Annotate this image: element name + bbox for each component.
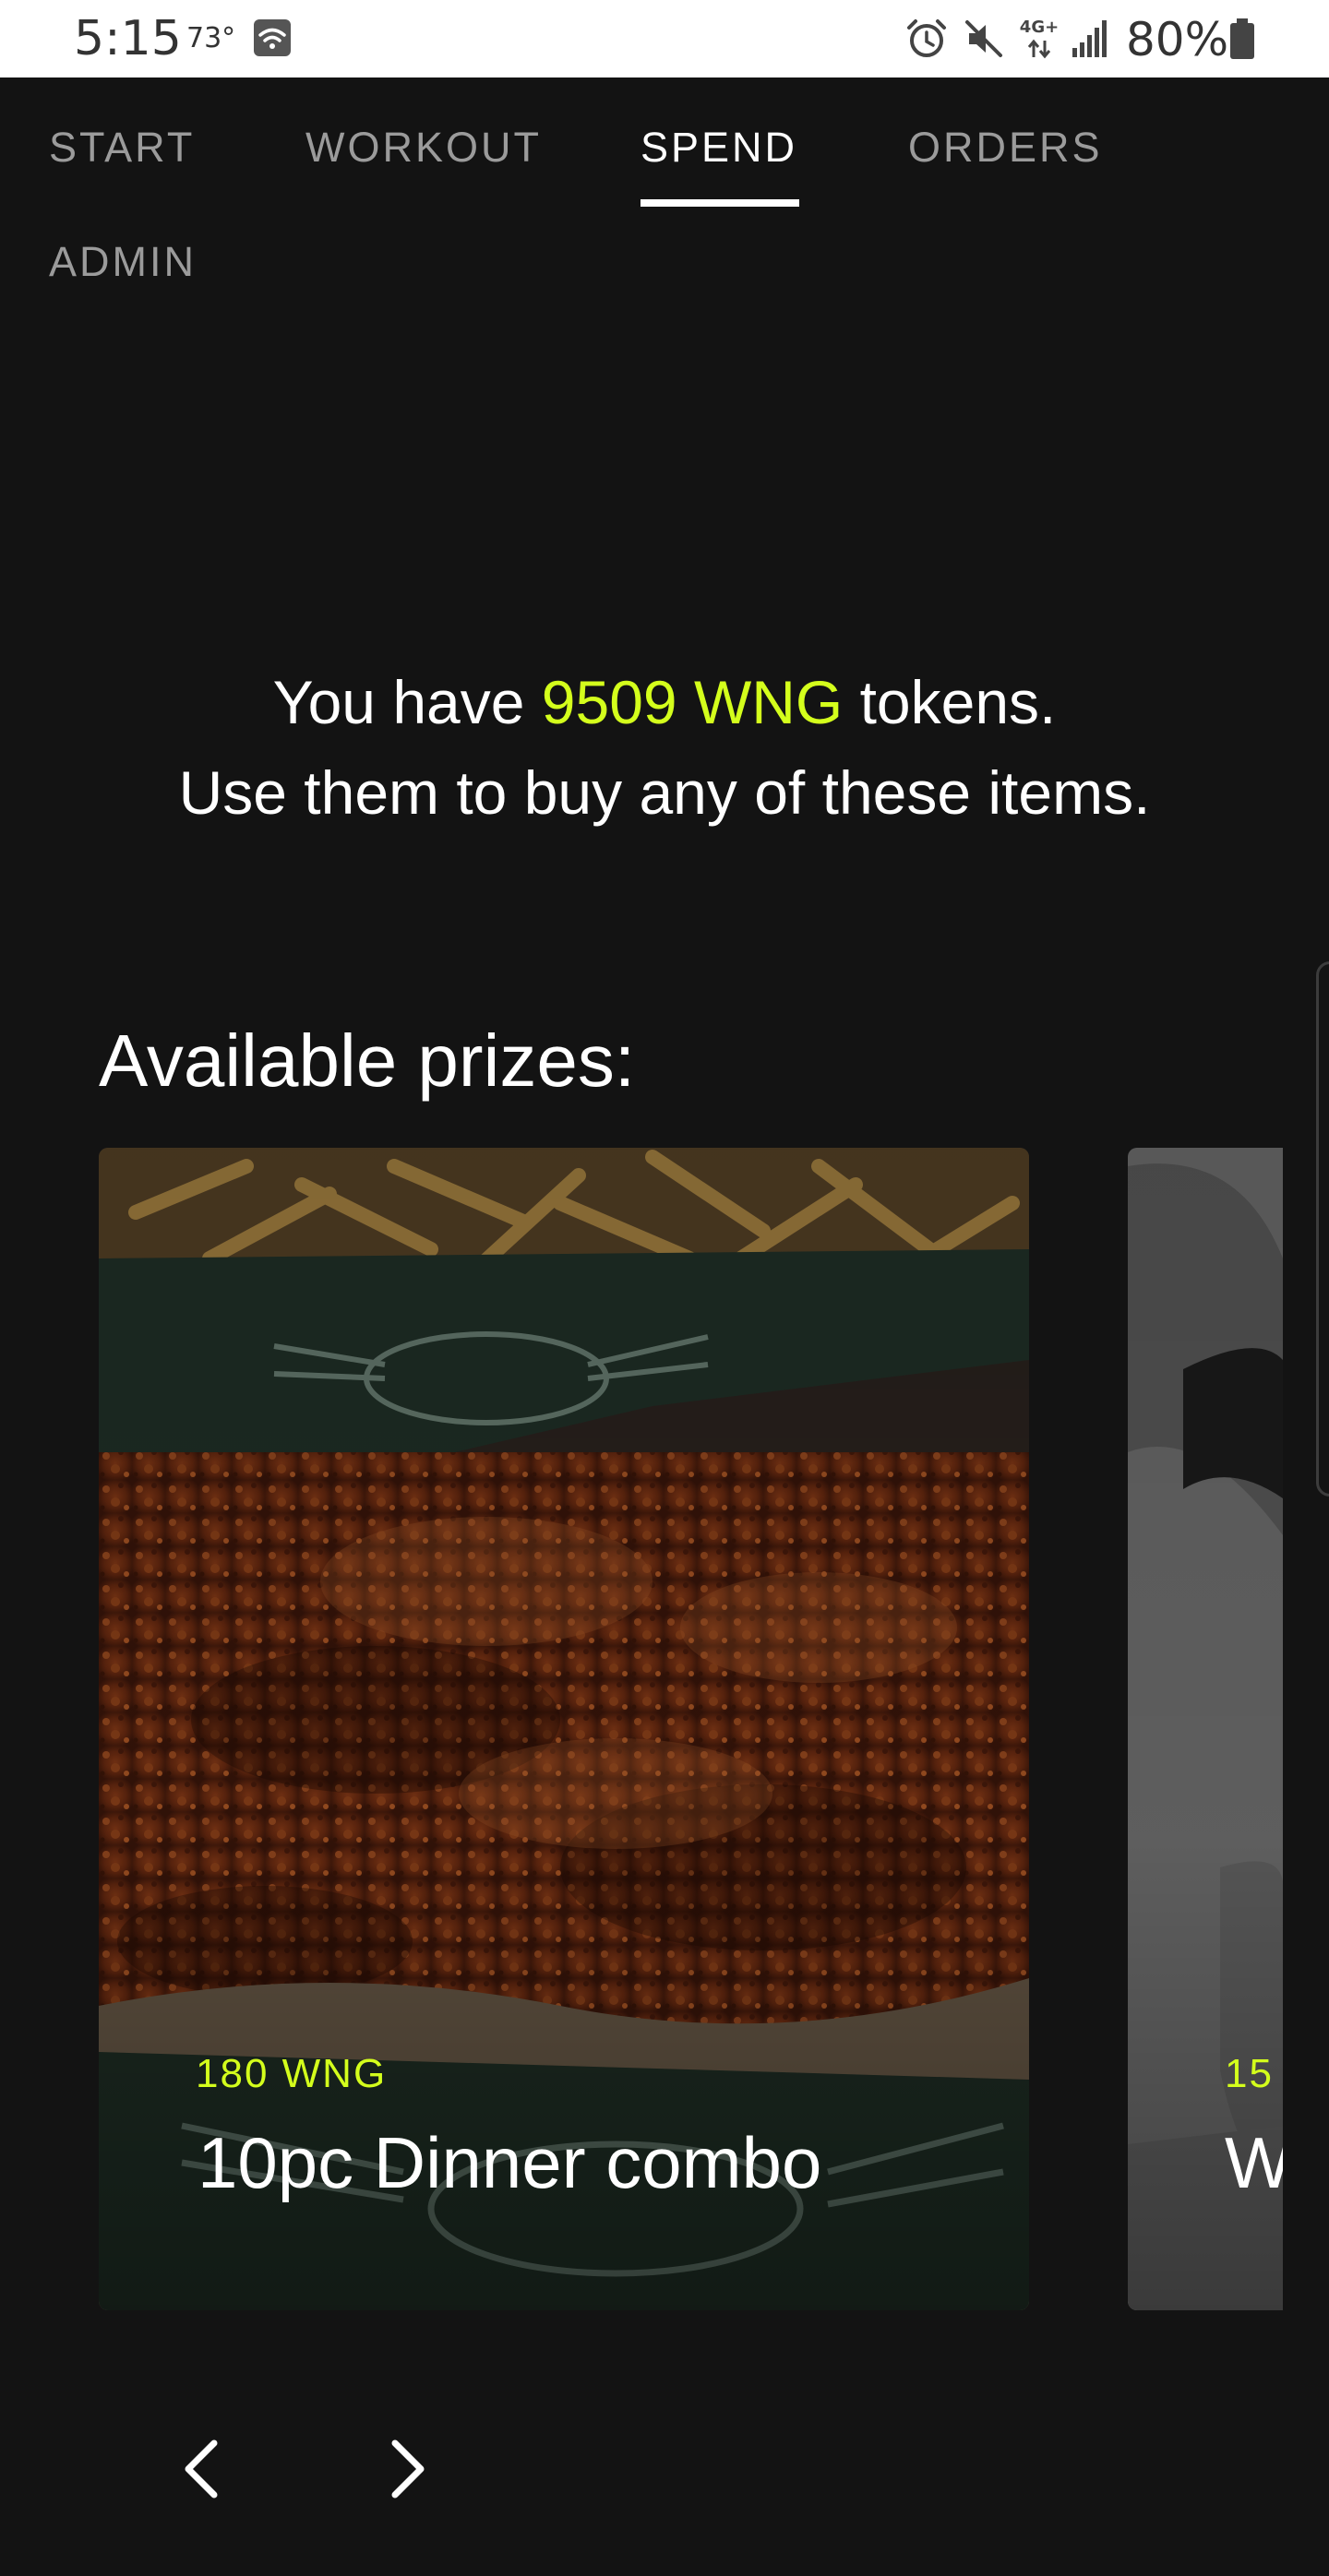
- tab-orders[interactable]: ORDERS: [908, 122, 1103, 173]
- prize-name: 10pc Dinner combo: [198, 2122, 822, 2203]
- alarm-icon: [907, 19, 946, 57]
- signal-icon: [1072, 20, 1107, 57]
- tab-admin[interactable]: ADMIN: [49, 236, 197, 288]
- token-balance-message: You have 9509 WNG tokens. Use them to bu…: [0, 657, 1329, 838]
- available-prizes-title: Available prizes:: [99, 1020, 636, 1102]
- message-prefix: You have: [272, 668, 542, 736]
- token-instructions: Use them to buy any of these items.: [178, 758, 1151, 827]
- status-bar: 5:15 73° 4G+ 80%: [0, 0, 1329, 78]
- chevron-right-icon[interactable]: [375, 2436, 439, 2502]
- prize-price: 180 WNG: [196, 2051, 388, 2096]
- network-type-label: 4G+: [1019, 18, 1060, 37]
- tab-start[interactable]: START: [49, 122, 195, 173]
- tab-workout[interactable]: WORKOUT: [305, 122, 542, 173]
- active-tab-indicator: [641, 199, 799, 207]
- tab-spend[interactable]: SPEND: [641, 122, 797, 173]
- battery-percent: 80%: [1126, 13, 1229, 66]
- prize-price: 15: [1225, 2051, 1274, 2096]
- token-balance-line: You have 9509 WNG tokens.: [0, 657, 1329, 747]
- prize-card[interactable]: 180 WNG 10pc Dinner combo: [99, 1148, 1029, 2310]
- token-amount: 9509 WNG: [541, 668, 844, 736]
- status-time: 5:15: [74, 11, 182, 66]
- battery-icon: [1230, 18, 1254, 59]
- network-indicator: 4G+: [1019, 18, 1060, 61]
- status-temperature: 73°: [186, 22, 236, 54]
- prize-name: W: [1225, 2122, 1283, 2203]
- carousel-scroll-edge: [1316, 961, 1329, 1497]
- wifi-icon: [254, 19, 291, 56]
- prize-card[interactable]: 15 W: [1128, 1148, 1283, 2310]
- message-suffix: tokens.: [843, 668, 1057, 736]
- chevron-left-icon[interactable]: [170, 2436, 234, 2502]
- data-arrows-icon: [1027, 39, 1051, 59]
- mute-icon: [965, 20, 1002, 57]
